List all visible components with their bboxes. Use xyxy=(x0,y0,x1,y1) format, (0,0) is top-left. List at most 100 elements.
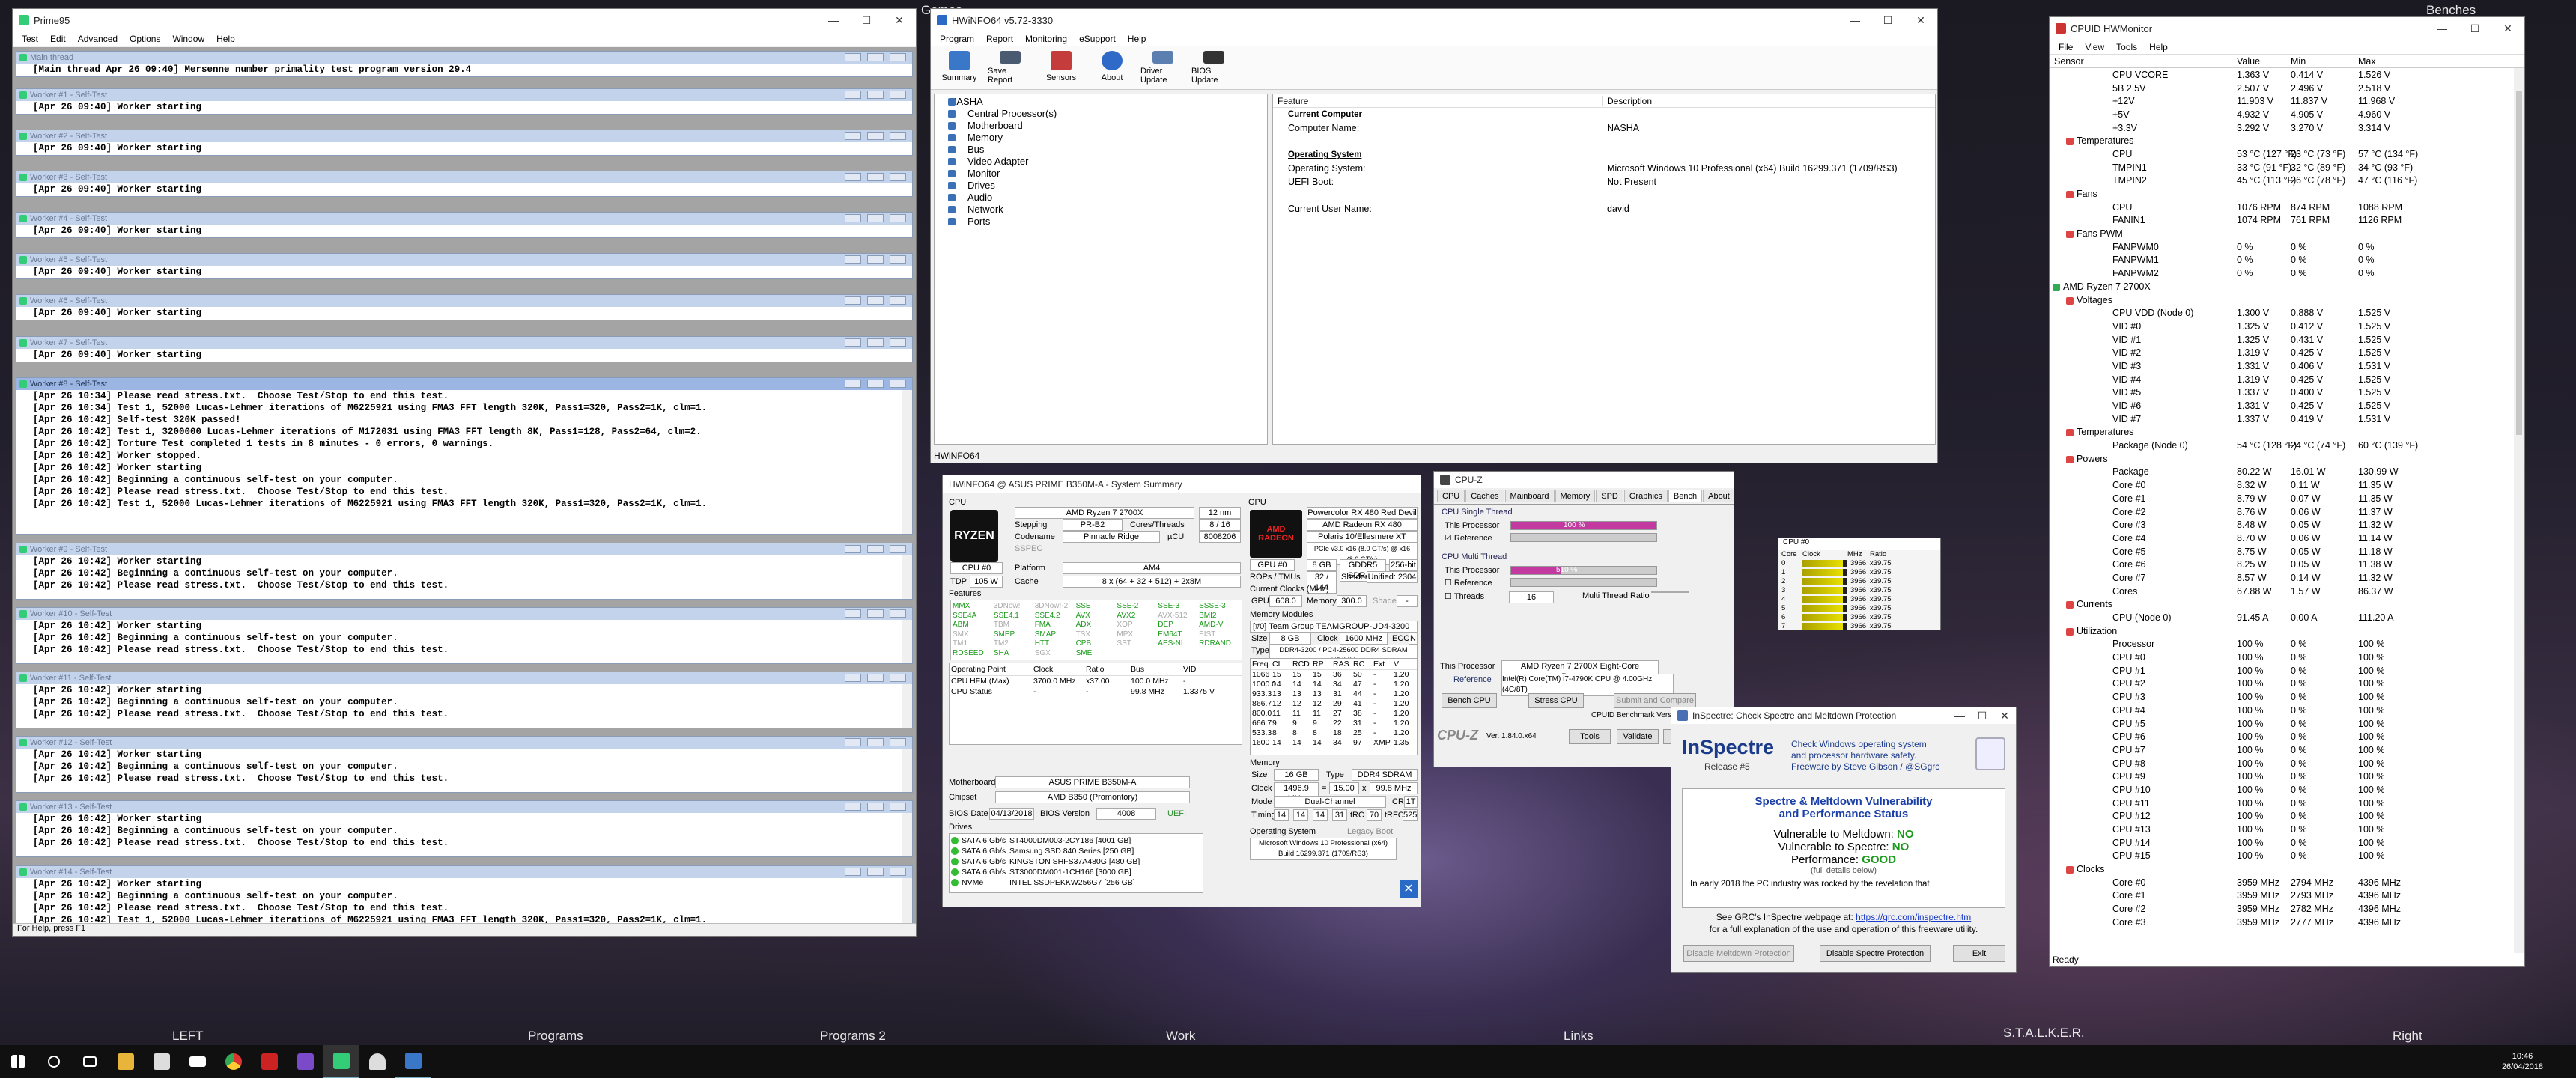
stress-cpu-button[interactable]: Stress CPU xyxy=(1528,693,1584,708)
maximize-button[interactable] xyxy=(867,380,884,388)
minimize-button[interactable]: — xyxy=(1948,707,1971,724)
sensor-row[interactable]: VID #1 1.325 V 0.431 V 1.525 V xyxy=(2050,333,2524,347)
col-min[interactable]: Min xyxy=(2291,56,2358,67)
desktop-label-programs[interactable]: Programs xyxy=(528,1029,583,1044)
disable-spectre-button[interactable]: Disable Spectre Protection xyxy=(1820,945,1931,962)
tab-caches[interactable]: Caches xyxy=(1465,490,1504,502)
sensor-row[interactable]: 5B 2.5V 2.507 V 2.496 V 2.518 V xyxy=(2050,82,2524,95)
tree-item[interactable]: Ports xyxy=(938,216,1264,228)
maximize-button[interactable] xyxy=(867,803,884,811)
tab-cpu[interactable]: CPU xyxy=(1437,490,1465,502)
sensor-row[interactable]: Package (Node 0) 54 °C (128 °F) 24 °C (74 … xyxy=(2050,439,2524,452)
sensor-row[interactable]: CPU #8 100 % 0 % 100 % xyxy=(2050,757,2524,770)
submit-compare-button[interactable]: Submit and Compare xyxy=(1614,693,1696,708)
maximize-button[interactable] xyxy=(867,91,884,99)
sensor-row[interactable]: FANPWM1 0 % 0 % 0 % xyxy=(2050,254,2524,267)
menu-options[interactable]: Options xyxy=(124,34,166,44)
tree-item[interactable]: Motherboard xyxy=(938,120,1264,132)
maximize-button[interactable]: ☐ xyxy=(2458,17,2491,40)
minimize-button[interactable]: — xyxy=(817,9,850,31)
tab-memory[interactable]: Memory xyxy=(1555,490,1596,502)
close-button[interactable] xyxy=(890,338,906,347)
minimize-button[interactable] xyxy=(845,380,861,388)
maximize-button[interactable] xyxy=(867,296,884,305)
menu-help[interactable]: Help xyxy=(1122,34,1152,44)
minimize-button[interactable] xyxy=(845,674,861,682)
worker-window[interactable]: Worker #1 - Self-Test [Apr 26 09:40] Work… xyxy=(16,88,913,115)
sensor-row[interactable]: Core #2 3959 MHz 2782 MHz 4396 MHz xyxy=(2050,902,2524,916)
cpu0-clock-window[interactable]: CPU #0 Core Clock MHz Ratio 0 3966 x39.75 1 3966… xyxy=(1778,538,1941,630)
tree-item[interactable]: Network xyxy=(938,204,1264,216)
app-purple-button[interactable] xyxy=(288,1045,323,1078)
worker-window[interactable]: Worker #9 - Self-Test [Apr 26 10:42] Work… xyxy=(16,543,913,600)
desktop-label-right[interactable]: Right xyxy=(2393,1029,2422,1044)
sensor-row[interactable]: Core #4 8.70 W 0.06 W 11.14 W xyxy=(2050,532,2524,545)
tree-item[interactable]: Monitor xyxy=(938,168,1264,180)
worker-window[interactable]: Worker #4 - Self-Test [Apr 26 09:40] Work… xyxy=(16,212,913,238)
worker-titlebar[interactable]: Worker #14 - Self-Test xyxy=(16,866,912,878)
prime95-titlebar[interactable]: Prime95 — ☐ ✕ xyxy=(13,9,916,31)
sensor-row[interactable]: FANIN1 1074 RPM 761 RPM 1126 RPM xyxy=(2050,214,2524,228)
menu-edit[interactable]: Edit xyxy=(44,34,72,44)
disable-meltdown-button[interactable]: Disable Meltdown Protection xyxy=(1683,945,1794,962)
sensor-row[interactable]: VID #0 1.325 V 0.412 V 1.525 V xyxy=(2050,320,2524,333)
maximize-button[interactable] xyxy=(867,53,884,61)
menu-test[interactable]: Test xyxy=(16,34,44,44)
maximize-button[interactable]: ☐ xyxy=(850,9,883,31)
summary-button[interactable]: Summary xyxy=(937,51,982,85)
close-button[interactable] xyxy=(890,53,906,61)
menu-program[interactable]: Program xyxy=(934,34,980,44)
sensor-row[interactable]: Package 80.22 W 16.01 W 130.99 W xyxy=(2050,466,2524,479)
sensor-row[interactable]: VID #3 1.331 V 0.406 V 1.531 V xyxy=(2050,359,2524,373)
worker-titlebar[interactable]: Worker #6 - Self-Test xyxy=(16,295,912,307)
sensor-row[interactable]: Core #3 8.48 W 0.05 W 11.32 W xyxy=(2050,518,2524,532)
explorer-button[interactable] xyxy=(108,1045,144,1078)
clock[interactable]: 10:46 26/04/2018 xyxy=(2502,1051,2543,1072)
sensor-row[interactable]: CPU #15 100 % 0 % 100 % xyxy=(2050,850,2524,863)
worker-titlebar[interactable]: Worker #1 - Self-Test xyxy=(16,89,912,101)
worker-window[interactable]: Worker #2 - Self-Test [Apr 26 09:40] Work… xyxy=(16,130,913,156)
sensor-row[interactable]: VID #4 1.319 V 0.425 V 1.525 V xyxy=(2050,373,2524,386)
sensor-row[interactable]: CPU (Node 0) 91.45 A 0.00 A 111.20 A xyxy=(2050,611,2524,624)
tab-mainboard[interactable]: Mainboard xyxy=(1504,490,1555,502)
cpu-select[interactable]: CPU #0 xyxy=(950,562,1003,574)
menu-tools[interactable]: Tools xyxy=(2110,42,2143,52)
worker-window[interactable]: Worker #13 - Self-Test [Apr 26 10:42] Wor… xyxy=(16,800,913,857)
sensor-row[interactable]: CPU VCORE 1.363 V 0.414 V 1.526 V xyxy=(2050,68,2524,82)
save-report-button[interactable]: Save Report xyxy=(988,51,1033,85)
maximize-button[interactable] xyxy=(867,868,884,876)
close-button[interactable] xyxy=(890,868,906,876)
minimize-button[interactable] xyxy=(845,738,861,746)
close-button[interactable] xyxy=(890,255,906,264)
cpuz-titlebar[interactable]: CPU-Z xyxy=(1434,472,1734,488)
bench-cpu-button[interactable]: Bench CPU xyxy=(1442,693,1497,708)
worker-window[interactable]: Worker #5 - Self-Test [Apr 26 09:40] Work… xyxy=(16,253,913,279)
worker-scrollbar[interactable] xyxy=(902,878,912,923)
worker-titlebar[interactable]: Worker #11 - Self-Test xyxy=(16,672,912,684)
minimize-button[interactable] xyxy=(845,545,861,553)
menu-advanced[interactable]: Advanced xyxy=(72,34,124,44)
sensor-row[interactable]: +12V 11.903 V 11.837 V 11.968 V xyxy=(2050,94,2524,108)
worker-window[interactable]: Worker #8 - Self-Test [Apr 26 10:34] Plea… xyxy=(16,377,913,535)
minimize-button[interactable] xyxy=(845,173,861,181)
minimize-button[interactable]: — xyxy=(1838,9,1871,31)
chrome-button[interactable] xyxy=(216,1045,252,1078)
start-button[interactable] xyxy=(0,1045,36,1078)
about-button[interactable]: About xyxy=(1090,51,1134,85)
prime95-window[interactable]: Prime95 — ☐ ✕ Test Edit Advanced Options Windo… xyxy=(12,8,917,937)
col-value[interactable]: Value xyxy=(2237,56,2291,67)
sensor-row[interactable]: FANPWM0 0 % 0 % 0 % xyxy=(2050,240,2524,254)
inspectre-titlebar[interactable]: InSpectre: Check Spectre and Meltdown Pr… xyxy=(1671,707,2016,724)
close-button[interactable] xyxy=(890,545,906,553)
maximize-button[interactable] xyxy=(867,338,884,347)
close-button[interactable] xyxy=(890,173,906,181)
sensor-group[interactable]: Temperatures xyxy=(2050,426,2524,439)
close-button[interactable]: ✕ xyxy=(1993,707,2016,724)
sensor-row[interactable]: CPU #12 100 % 0 % 100 % xyxy=(2050,810,2524,823)
minimize-button[interactable] xyxy=(845,91,861,99)
sensor-row[interactable]: CPU #6 100 % 0 % 100 % xyxy=(2050,730,2524,743)
maximize-button[interactable] xyxy=(867,214,884,222)
sensor-row[interactable]: Core #5 8.75 W 0.05 W 11.18 W xyxy=(2050,545,2524,558)
summary-titlebar[interactable]: HWiNFO64 @ ASUS PRIME B350M-A - System S… xyxy=(943,475,1421,493)
maximize-button[interactable] xyxy=(867,173,884,181)
